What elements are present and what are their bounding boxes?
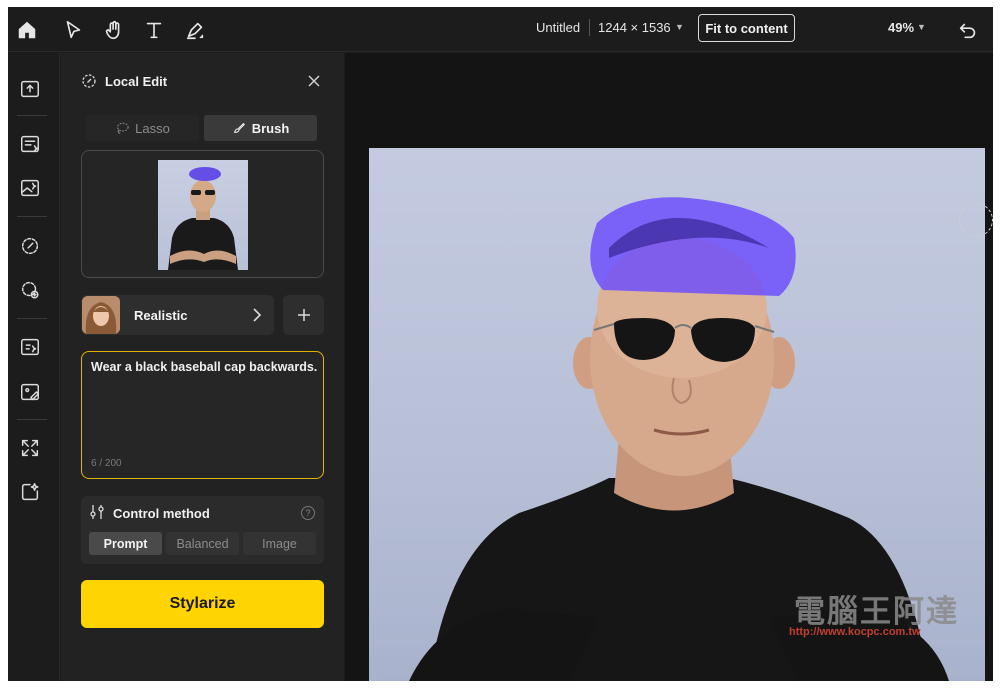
local-edit-panel: Local Edit Lasso Brush Realistic Wear a … — [61, 53, 344, 681]
zoom-level[interactable]: 49% — [888, 20, 914, 35]
control-method-title: Control method — [113, 506, 210, 521]
tab-lasso-label: Lasso — [135, 120, 170, 136]
fit-to-content-button[interactable]: Fit to content — [698, 14, 795, 42]
local-edit-icon — [82, 74, 96, 88]
document-title[interactable]: Untitled — [536, 20, 580, 35]
prompt-textarea[interactable]: Wear a black baseball cap backwards. 6 /… — [81, 351, 324, 479]
upload-image-icon[interactable] — [19, 78, 43, 102]
expand-area-icon[interactable] — [19, 279, 43, 303]
brush-icon — [233, 122, 245, 133]
ai-generate-icon[interactable] — [19, 481, 43, 505]
chevron-right-icon — [253, 308, 262, 322]
watermark-url: http://www.kocpc.com.tw — [789, 626, 921, 638]
local-edit-icon[interactable] — [19, 235, 43, 259]
lasso-icon — [117, 122, 129, 134]
sliders-icon — [90, 505, 104, 519]
text-icon[interactable] — [139, 15, 169, 45]
close-icon[interactable] — [306, 73, 322, 89]
rail-divider — [17, 318, 47, 319]
mask-preview — [81, 150, 324, 278]
hand-icon[interactable] — [99, 15, 129, 45]
rail-divider — [17, 216, 47, 217]
canvas-size-selector[interactable]: 1244 × 1536 — [598, 20, 671, 35]
rail-divider — [17, 419, 47, 420]
style-selector[interactable]: Realistic — [81, 295, 274, 335]
control-option-balanced[interactable]: Balanced — [166, 532, 239, 555]
home-icon[interactable] — [12, 15, 42, 45]
tab-brush-label: Brush — [251, 120, 290, 136]
tab-brush[interactable]: Brush — [204, 115, 317, 141]
image-to-image-icon[interactable] — [19, 177, 43, 201]
help-icon[interactable]: ? — [301, 506, 315, 520]
brush-cursor — [959, 203, 993, 237]
chevron-down-icon[interactable]: ▼ — [675, 22, 684, 32]
edit-image[interactable]: 電腦王阿達 http://www.kocpc.com.tw — [369, 148, 985, 681]
preview-thumbnail — [158, 160, 248, 270]
prompt-text: Wear a black baseball cap backwards. — [91, 360, 318, 374]
text-to-image-icon[interactable] — [19, 133, 43, 157]
undo-icon[interactable] — [953, 15, 983, 45]
variation-icon[interactable] — [19, 336, 43, 360]
style-thumbnail — [82, 296, 120, 334]
control-option-prompt[interactable]: Prompt — [89, 532, 162, 555]
title-divider — [589, 19, 590, 36]
tab-lasso[interactable]: Lasso — [86, 115, 199, 141]
stylarize-button[interactable]: Stylarize — [81, 580, 324, 628]
pen-icon[interactable] — [180, 15, 210, 45]
upscale-icon[interactable] — [19, 437, 43, 461]
select-icon[interactable] — [58, 15, 88, 45]
add-style-button[interactable] — [283, 295, 324, 335]
rail-divider — [17, 115, 47, 116]
control-option-image[interactable]: Image — [243, 532, 316, 555]
top-toolbar: Untitled 1244 × 1536 ▼ Fit to content 49… — [8, 7, 993, 52]
character-count: 6 / 200 — [91, 458, 122, 469]
selection-mode-tabs: Lasso Brush — [86, 115, 319, 141]
control-method-section: Control method ? Prompt Balanced Image — [81, 496, 324, 564]
panel-title: Local Edit — [105, 74, 168, 89]
chevron-down-icon[interactable]: ▼ — [917, 22, 926, 32]
retouch-icon[interactable] — [19, 381, 43, 405]
plus-icon — [297, 309, 310, 321]
app-window: Untitled 1244 × 1536 ▼ Fit to content 49… — [8, 7, 993, 681]
watermark-text: 電腦王阿達 — [794, 594, 959, 629]
canvas-area[interactable]: 電腦王阿達 http://www.kocpc.com.tw — [345, 53, 993, 681]
left-tool-rail — [8, 53, 60, 681]
style-label: Realistic — [134, 308, 188, 323]
